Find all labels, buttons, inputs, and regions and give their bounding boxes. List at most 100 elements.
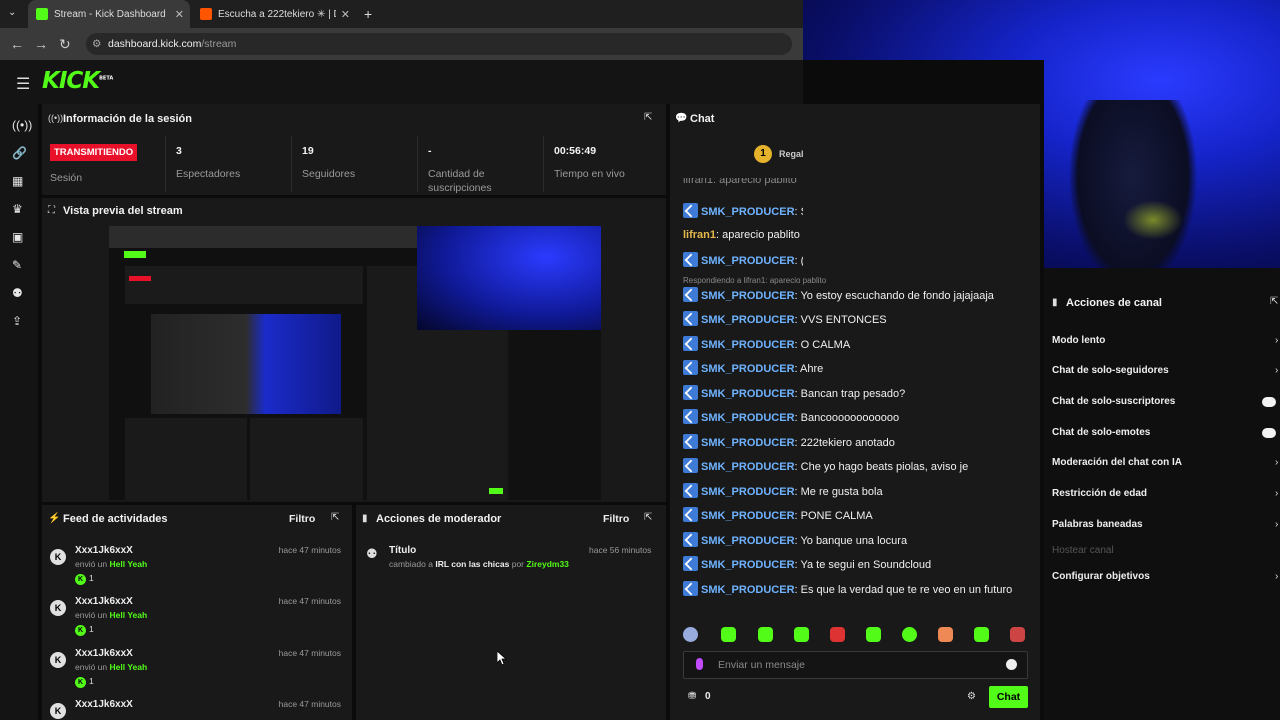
menu-icon[interactable]: ☰ (16, 74, 30, 94)
wrench-icon[interactable]: ✎ (12, 258, 22, 272)
action-age-restriction[interactable]: Restricción de edad (1052, 488, 1147, 499)
emote-icon[interactable] (794, 627, 809, 642)
action-emotes-only[interactable]: Chat de solo-emotes (1052, 427, 1150, 438)
emote-icon[interactable] (1010, 627, 1025, 642)
chat-message: SMK_PRODUCER: ( (683, 252, 803, 270)
close-tab-icon[interactable]: ✕ (341, 8, 350, 21)
new-tab-button[interactable]: + (364, 6, 372, 22)
verified-badge-icon (683, 581, 698, 596)
followers-value: 19 (302, 145, 314, 157)
tab-soundcloud[interactable]: Escucha a 222tekiero ✳ | Disfr ✕ (192, 0, 356, 28)
feed-user[interactable]: Xxx1Jk6xxX (75, 648, 133, 659)
live-time-label: Tiempo en vivo (554, 168, 625, 180)
points-icon[interactable]: ⛃ (688, 691, 696, 702)
chevron-right-icon[interactable]: › (1275, 365, 1278, 376)
action-ai-moderation[interactable]: Moderación del chat con IA (1052, 457, 1182, 468)
action-followers-only[interactable]: Chat de solo-seguidores (1052, 365, 1169, 376)
feed-action: envió un Hell Yeah (75, 610, 148, 620)
action-subscribers-only[interactable]: Chat de solo-suscriptores (1052, 396, 1175, 407)
verified-badge-icon (683, 360, 698, 375)
subscribers-only-toggle[interactable] (1262, 397, 1276, 407)
trophy-icon[interactable]: ♛ (12, 202, 23, 216)
stream-preview-video[interactable] (109, 226, 601, 500)
chevron-right-icon[interactable]: › (1275, 457, 1278, 468)
tab-list-icon[interactable]: ⌄ (8, 7, 16, 18)
chevron-right-icon[interactable]: › (1275, 519, 1278, 530)
emote-icon[interactable] (830, 627, 845, 642)
emote-icon[interactable] (902, 627, 917, 642)
chat-message: SMK_PRODUCER: VVS ENTONCES (683, 311, 1028, 329)
preview-actions (509, 330, 601, 500)
url-domain: dashboard.kick.com (108, 38, 202, 50)
feed-user[interactable]: Xxx1Jk6xxX (75, 545, 133, 556)
media-icon[interactable]: ▣ (12, 230, 23, 244)
light-streak (1123, 200, 1183, 240)
chat-settings-icon[interactable]: ⚙ (967, 691, 976, 702)
emote-icon[interactable] (721, 627, 736, 642)
action-configure-goals[interactable]: Configurar objetivos (1052, 571, 1150, 582)
address-bar: ← → ↻ ⚙ dashboard.kick.com/stream (0, 28, 803, 60)
popout-icon[interactable]: ⇱ (331, 512, 339, 523)
emote-icon[interactable] (938, 627, 953, 642)
upload-icon[interactable]: ⇪ (12, 314, 22, 328)
feed-user[interactable]: Xxx1Jk6xxX (75, 596, 133, 607)
emote-icon[interactable] (683, 627, 698, 642)
feed-user[interactable]: Xxx1Jk6xxX (75, 699, 133, 710)
viewers-value: 3 (176, 145, 182, 157)
chat-message-input[interactable]: Enviar un mensaje (683, 651, 1028, 679)
session-info-title: Información de la sesión (63, 113, 192, 125)
emote-icon[interactable] (974, 627, 989, 642)
chevron-right-icon[interactable]: › (1275, 488, 1278, 499)
preview-feed (125, 418, 247, 500)
feed-time: hace 47 minutos (278, 545, 341, 555)
back-icon[interactable]: ← (10, 36, 24, 52)
emoji-icon[interactable] (1006, 659, 1017, 670)
close-tab-icon[interactable]: ✕ (175, 8, 184, 21)
community-icon[interactable]: ⚉ (12, 286, 23, 300)
forward-icon[interactable]: → (34, 36, 48, 52)
verified-badge-icon (683, 556, 698, 571)
chat-message: SMK_PRODUCER: Ahre (683, 360, 1028, 378)
mouse-cursor-icon (497, 651, 507, 665)
chevron-right-icon[interactable]: › (1275, 335, 1278, 346)
mod-item-detail: cambiado a IRL con las chicas por Zireyd… (389, 559, 569, 569)
feed-count: K1 (75, 676, 94, 688)
actions-icon: ▮ (1052, 297, 1058, 308)
broadcast-icon[interactable]: ((•)) (12, 118, 32, 132)
popout-icon[interactable]: ⇱ (644, 512, 652, 523)
mic-icon[interactable] (696, 658, 703, 670)
emote-icon[interactable] (866, 627, 881, 642)
feed-time: hace 47 minutos (278, 699, 341, 709)
preview-logo (124, 251, 146, 258)
followers-label: Seguidores (302, 168, 356, 180)
emotes-only-toggle[interactable] (1262, 428, 1276, 438)
analytics-icon[interactable]: ▦ (12, 174, 23, 188)
activity-filter-button[interactable]: Filtro (289, 513, 315, 525)
mod-filter-button[interactable]: Filtro (603, 513, 629, 525)
kick-logo[interactable]: KICKBETA (42, 68, 113, 94)
divider (165, 136, 166, 192)
kick-coin-icon: K (75, 574, 86, 585)
url-input[interactable]: ⚙ dashboard.kick.com/stream (86, 33, 792, 55)
action-banned-words[interactable]: Palabras baneadas (1052, 519, 1143, 530)
verified-badge-icon (683, 409, 698, 424)
action-slow-mode[interactable]: Modo lento (1052, 335, 1105, 346)
site-info-icon[interactable]: ⚙ (92, 33, 101, 55)
emote-icon[interactable] (758, 627, 773, 642)
kick-coin-icon: K (75, 677, 86, 688)
chat-message: SMK_PRODUCER: Ya te segui en Soundcloud (683, 556, 1028, 574)
popout-icon[interactable]: ⇱ (644, 112, 652, 123)
kick-favicon-icon (36, 8, 48, 20)
side-navigation (0, 104, 38, 720)
send-chat-button[interactable]: Chat (989, 686, 1028, 708)
kick-avatar-icon: K (50, 652, 66, 668)
channel-actions-title: Acciones de canal (1066, 297, 1162, 309)
feed-count: K1 (75, 573, 94, 585)
subs-value: - (428, 145, 432, 157)
popout-icon[interactable]: ⇱ (1270, 296, 1278, 307)
chevron-right-icon[interactable]: › (1275, 571, 1278, 582)
link-icon[interactable]: 🔗 (12, 146, 27, 160)
preview-browser-bar (109, 226, 417, 248)
tab-kick-dashboard[interactable]: Stream - Kick Dashboard ✕ (28, 0, 190, 28)
reload-icon[interactable]: ↻ (59, 36, 71, 53)
